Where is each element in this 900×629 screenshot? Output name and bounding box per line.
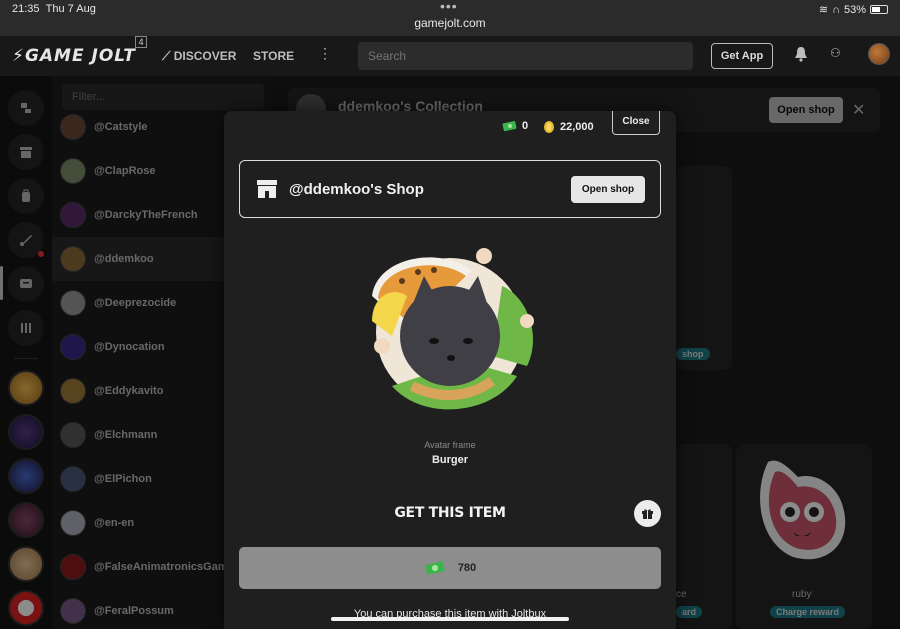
joltbux-icon — [502, 121, 517, 132]
more-menu-icon[interactable]: ⋮ — [318, 45, 332, 62]
buy-with-joltbux-button[interactable]: 780 — [239, 547, 661, 589]
store-link[interactable]: STORE — [253, 49, 294, 63]
bell-icon[interactable] — [794, 46, 808, 62]
status-time: 21:35 Thu 7 Aug — [12, 3, 96, 15]
gamejolt-logo[interactable]: ⚡GAME JOLT — [12, 46, 136, 66]
battery-percent: 53% — [843, 3, 866, 16]
open-shop-button[interactable]: Open shop — [571, 176, 645, 203]
close-button[interactable]: Close — [612, 111, 660, 135]
url-bar[interactable]: gamejolt.com — [0, 16, 900, 30]
item-name: Burger — [431, 454, 469, 466]
shop-banner: @ddemkoo's Shop Open shop — [239, 160, 661, 218]
item-type: Avatar frame — [424, 440, 476, 450]
gift-button[interactable] — [634, 500, 661, 527]
top-navbar: ⚡GAME JOLT 4 ⟋ DISCOVER STORE ⋮ Get App … — [0, 36, 900, 76]
headphones-icon: ∩ — [832, 3, 840, 16]
price-label: 780 — [457, 562, 477, 574]
status-bar: 21:35 Thu 7 Aug ••• gamejolt.com ≋ ∩ 53% — [0, 0, 900, 36]
home-indicator — [331, 617, 569, 621]
coin-balance: 22,000 — [542, 120, 594, 134]
discover-link[interactable]: ⟋ DISCOVER — [162, 49, 236, 64]
gift-icon — [642, 509, 653, 519]
wifi-icon: ≋ — [818, 4, 829, 16]
tab-menu-icon[interactable]: ••• — [440, 0, 458, 14]
battery-icon — [870, 5, 888, 14]
user-avatar[interactable] — [868, 43, 890, 65]
logo-badge: 4 — [135, 36, 147, 48]
get-app-button[interactable]: Get App — [711, 43, 773, 69]
search-input[interactable] — [358, 42, 693, 70]
coin-icon — [544, 121, 554, 133]
shop-title: @ddemkoo's Shop — [289, 181, 424, 198]
joltbux-icon — [425, 561, 445, 575]
get-item-heading: GET THIS ITEM — [394, 505, 506, 521]
burger-avatar-frame — [372, 248, 534, 410]
store-icon — [257, 180, 277, 198]
purchase-modal: 0 22,000 Close @ddemkoo's Shop Open shop… — [224, 111, 676, 629]
friends-icon[interactable]: ⚇ — [830, 46, 841, 60]
status-right: ≋ ∩ 53% — [819, 3, 888, 16]
joltbux-balance: 0 — [502, 120, 528, 132]
